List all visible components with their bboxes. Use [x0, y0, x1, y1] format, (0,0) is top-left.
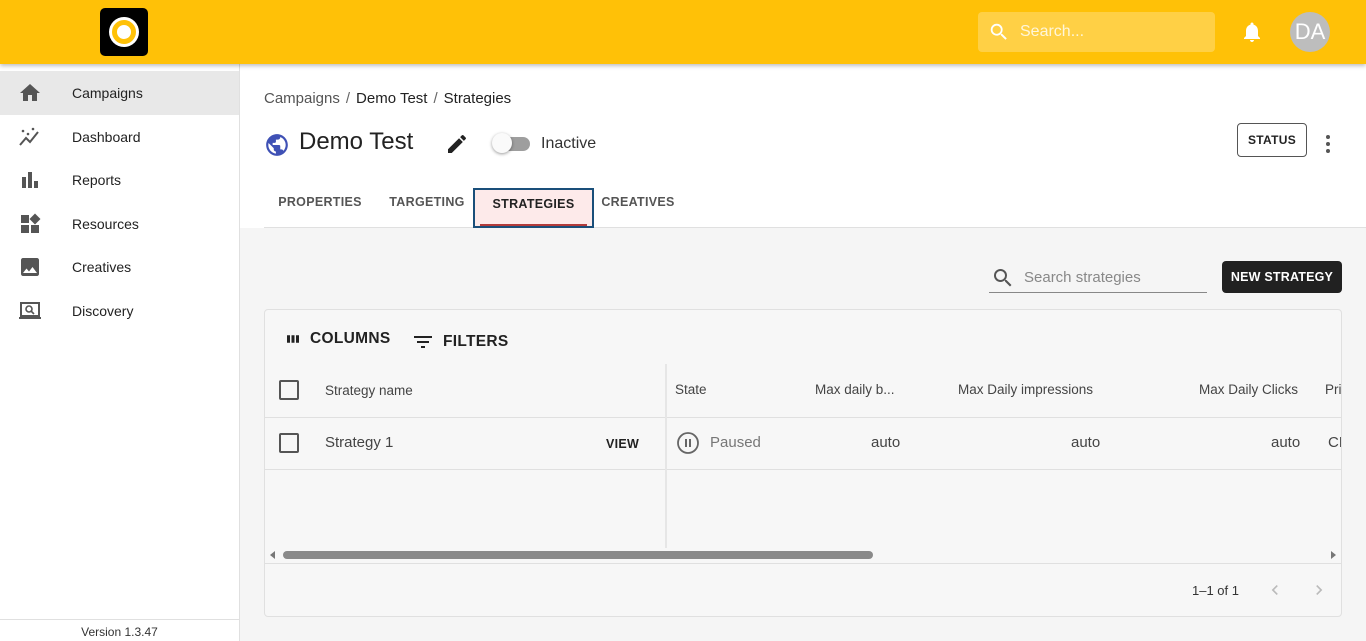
status-button[interactable]: STATUS — [1237, 123, 1307, 157]
scrollbar-thumb[interactable] — [283, 551, 873, 559]
app-logo[interactable] — [100, 8, 148, 56]
sidebar-item-campaigns[interactable]: Campaigns — [0, 71, 239, 115]
app-version: Version 1.3.47 — [0, 619, 239, 641]
filters-button[interactable]: FILTERS — [411, 330, 509, 354]
cell-pri: CP — [1328, 434, 1341, 451]
search-icon — [990, 23, 1007, 40]
top-app-bar: DA — [0, 0, 1366, 64]
cell-state: Paused — [710, 434, 761, 451]
sidebar-item-label: Campaigns — [72, 85, 143, 101]
columns-label: COLUMNS — [310, 330, 391, 347]
tab-strategies-label: STRATEGIES — [492, 197, 575, 211]
home-icon — [20, 84, 40, 101]
logo-ring-icon — [112, 20, 136, 44]
trend-icon — [19, 127, 39, 146]
more-vert-icon[interactable] — [1318, 132, 1338, 156]
column-header-pri[interactable]: Pri — [1325, 382, 1341, 397]
columns-button[interactable]: COLUMNS — [284, 330, 390, 348]
tab-bar: PROPERTIES TARGETING STRATEGIES CREATIVE… — [264, 188, 1366, 228]
column-header-max-daily-clicks[interactable]: Max Daily Clicks — [1199, 382, 1298, 397]
sidebar-item-label: Reports — [72, 172, 122, 188]
scroll-right-arrow-icon[interactable] — [1331, 551, 1336, 559]
pagination-info: 1–1 of 1 — [1192, 583, 1239, 598]
sidebar-item-label: Creatives — [72, 259, 132, 275]
column-header-state[interactable]: State — [675, 382, 707, 397]
global-search-input[interactable] — [1020, 21, 1200, 43]
cell-max-daily-budget: auto — [871, 434, 901, 451]
tab-properties[interactable]: PROPERTIES — [264, 188, 376, 228]
pinned-column-divider — [665, 364, 667, 548]
bell-icon[interactable] — [1240, 20, 1264, 44]
new-strategy-button[interactable]: NEW STRATEGY — [1222, 261, 1342, 293]
strategy-search-input[interactable] — [1024, 266, 1204, 288]
breadcrumb: Campaigns / Demo Test / Strategies — [264, 90, 511, 107]
filters-label: FILTERS — [443, 333, 509, 350]
laptop-search-icon — [19, 302, 41, 319]
breadcrumb-campaigns[interactable]: Campaigns — [264, 90, 340, 107]
breadcrumb-demo-test[interactable]: Demo Test — [356, 90, 427, 107]
select-all-checkbox[interactable] — [279, 380, 299, 400]
breadcrumb-separator: / — [433, 90, 438, 107]
page-title: Demo Test — [299, 128, 414, 155]
widgets-icon — [21, 213, 41, 233]
view-column-icon — [287, 335, 299, 343]
user-avatar[interactable]: DA — [1290, 12, 1330, 52]
tab-creatives[interactable]: CREATIVES — [593, 188, 683, 228]
cell-strategy-name: Strategy 1 — [325, 434, 394, 451]
sidebar-item-reports[interactable]: Reports — [0, 158, 239, 202]
tab-indicator — [480, 224, 587, 226]
column-header-max-daily-budget[interactable]: Max daily b... — [815, 382, 895, 397]
global-search[interactable] — [978, 12, 1215, 52]
row-divider — [265, 469, 1341, 470]
sidebar: Campaigns Dashboard Reports Resources Cr… — [0, 64, 240, 641]
column-header-max-daily-impressions[interactable]: Max Daily impressions — [958, 382, 1093, 397]
bar-chart-icon — [22, 172, 38, 188]
footer-divider — [265, 563, 1341, 564]
strategy-search[interactable] — [989, 260, 1207, 293]
view-button[interactable]: VIEW — [606, 437, 639, 451]
tab-strategies[interactable]: STRATEGIES — [473, 188, 594, 228]
breadcrumb-strategies: Strategies — [443, 90, 512, 107]
strategies-table: COLUMNS FILTERS Strategy name State Max … — [264, 309, 1342, 617]
tab-targeting[interactable]: TARGETING — [377, 188, 477, 228]
globe-icon — [266, 134, 288, 156]
cell-max-daily-clicks: auto — [1271, 434, 1301, 451]
sidebar-item-creatives[interactable]: Creatives — [0, 245, 239, 289]
breadcrumb-separator: / — [345, 90, 351, 107]
search-icon — [994, 269, 1012, 287]
scroll-left-arrow-icon[interactable] — [270, 551, 275, 559]
active-toggle[interactable] — [492, 133, 530, 153]
sidebar-item-dashboard[interactable]: Dashboard — [0, 115, 239, 159]
sidebar-item-resources[interactable]: Resources — [0, 202, 239, 246]
sidebar-item-discovery[interactable]: Discovery — [0, 289, 239, 333]
row-checkbox[interactable] — [279, 433, 299, 453]
chevron-right-icon[interactable] — [1309, 580, 1329, 600]
toggle-knob[interactable] — [492, 133, 512, 153]
toggle-label: Inactive — [541, 135, 597, 152]
filter-list-icon — [414, 336, 432, 348]
campaign-header: Campaigns / Demo Test / Strategies Demo Test… — [240, 64, 1366, 228]
image-icon — [21, 258, 39, 276]
sidebar-item-label: Dashboard — [72, 129, 141, 145]
sidebar-item-label: Discovery — [72, 303, 134, 319]
sidebar-item-label: Resources — [72, 216, 139, 232]
column-header-strategy-name[interactable]: Strategy name — [325, 383, 413, 398]
main-content: Campaigns / Demo Test / Strategies Demo Test… — [240, 64, 1366, 641]
pause-circle-icon — [677, 432, 699, 454]
cell-max-daily-impressions: auto — [1071, 434, 1101, 451]
chevron-left-icon[interactable] — [1265, 580, 1285, 600]
header-divider — [265, 417, 1341, 418]
pencil-icon[interactable] — [445, 132, 469, 156]
